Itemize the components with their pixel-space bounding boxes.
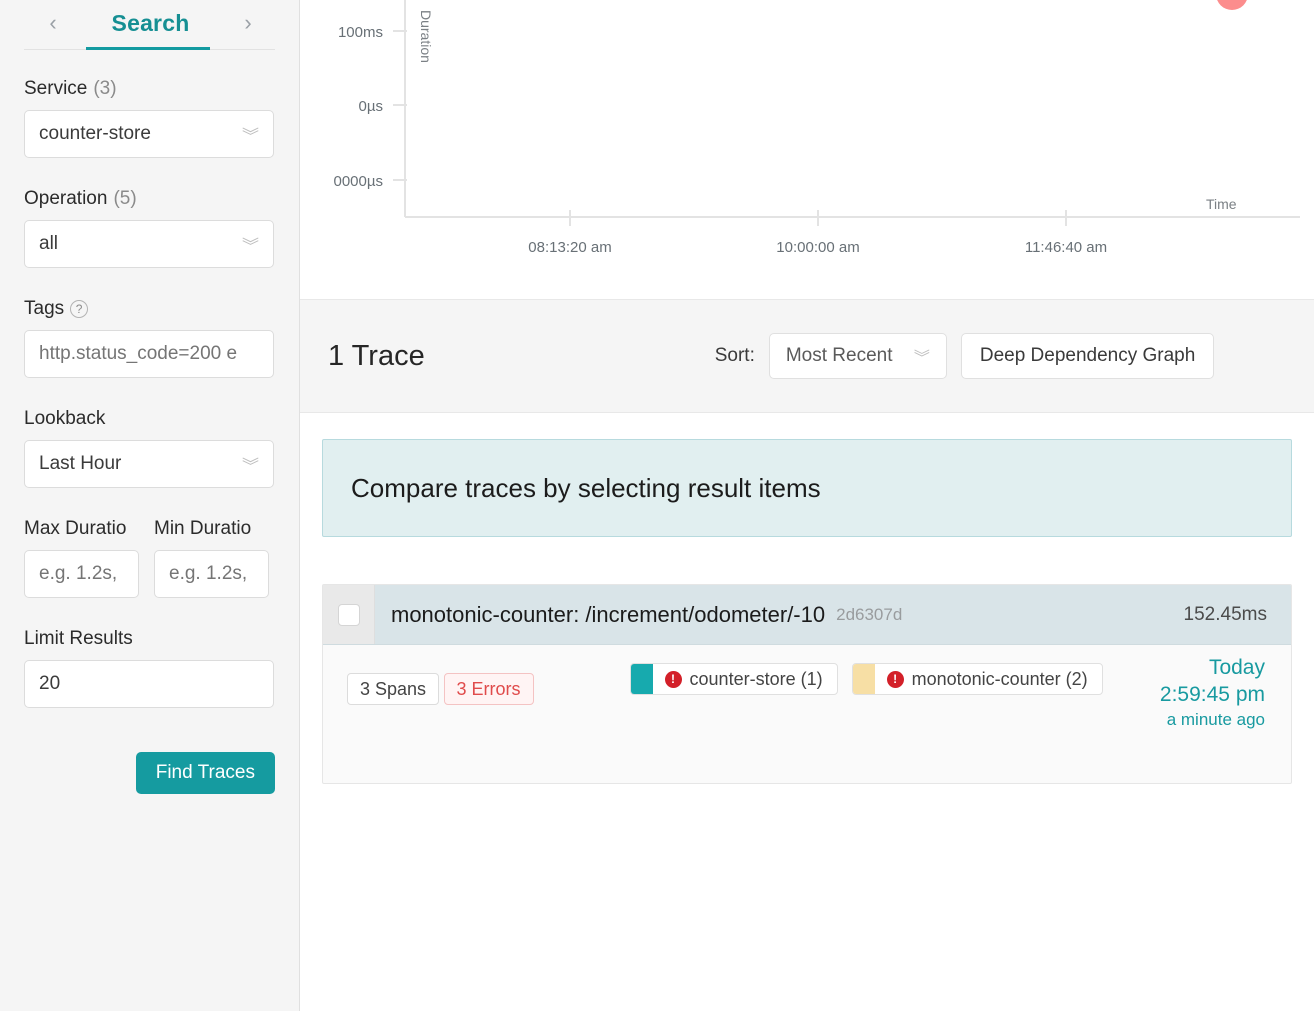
chevron-down-icon: ︾ — [242, 126, 259, 146]
y-axis-title: Duration — [418, 10, 434, 63]
limit-results-input[interactable] — [24, 660, 274, 708]
limit-results-label-text: Limit Results — [24, 628, 133, 649]
service-badge-label: counter-store (1) — [689, 668, 823, 689]
trace-result-header: monotonic-counter: /increment/odometer/-… — [323, 585, 1291, 645]
service-color-bar — [852, 664, 875, 694]
min-duration-label-text: Min Duratio — [154, 518, 252, 539]
trace-count-label: 1 Trace — [328, 339, 425, 372]
service-color-bar — [630, 664, 653, 694]
trace-id: 2d6307d — [836, 604, 903, 624]
chevron-down-icon: ︾ — [913, 350, 930, 367]
operation-select-value: all — [39, 233, 59, 254]
service-select[interactable]: counter-store ︾ — [24, 110, 274, 158]
sort-select[interactable]: Most Recent ︾ — [768, 333, 947, 379]
sort-label: Sort: — [714, 345, 755, 366]
min-duration-label: Min Duratio — [154, 518, 269, 540]
find-traces-row: Find Traces — [24, 752, 275, 794]
service-badge-label: monotonic-counter (2) — [911, 668, 1088, 689]
lookback-select-value: Last Hour — [39, 453, 122, 474]
scatter-point[interactable] — [1216, 0, 1248, 10]
service-label-text: Service — [24, 78, 88, 99]
max-duration-label-text: Max Duratio — [24, 518, 127, 539]
operation-field: Operation (5) all ︾ — [24, 188, 275, 268]
max-duration-field: Max Duratio — [24, 518, 139, 598]
trace-result-card[interactable]: monotonic-counter: /increment/odometer/-… — [322, 584, 1292, 784]
trace-timestamp: Today 2:59:45 pm a minute ago — [1160, 655, 1265, 731]
service-badge-inner: ! monotonic-counter (2) — [875, 669, 1102, 690]
timestamp-relative: a minute ago — [1166, 709, 1265, 729]
operation-label-text: Operation — [24, 188, 108, 209]
error-count-badge: 3 Errors — [443, 673, 534, 705]
results-toolbar: 1 Trace Sort: Most Recent ︾ Deep Depende… — [300, 300, 1314, 413]
service-badge-monotonic-counter[interactable]: ! monotonic-counter (2) — [851, 663, 1103, 695]
service-badge-inner: ! counter-store (1) — [653, 669, 837, 690]
tags-input[interactable] — [24, 330, 274, 378]
chart-svg: 100ms 0µs 0000µs 08:13:20 am 10:00:00 am… — [333, 0, 1300, 256]
search-results-pane: 100ms 0µs 0000µs 08:13:20 am 10:00:00 am… — [300, 0, 1314, 1011]
help-icon[interactable]: ? — [70, 300, 89, 318]
trace-result-body: 3 Spans 3 Errors ! counter-store (1) ! m… — [323, 645, 1291, 783]
tags-label: Tags ? — [24, 298, 275, 320]
deep-dependency-graph-button[interactable]: Deep Dependency Graph — [960, 333, 1215, 379]
x-tick-label: 10:00:00 am — [776, 239, 859, 256]
chevron-right-icon[interactable]: › — [237, 12, 259, 34]
limit-results-label: Limit Results — [24, 628, 275, 650]
operation-select[interactable]: all ︾ — [24, 220, 274, 268]
tags-field: Tags ? — [24, 298, 275, 378]
max-duration-input[interactable] — [24, 550, 139, 598]
y-tick-label: 100ms — [338, 24, 383, 41]
service-count: (3) — [93, 78, 117, 99]
service-label: Service (3) — [24, 78, 275, 100]
sort-select-value: Most Recent — [785, 345, 893, 366]
trace-header-main: monotonic-counter: /increment/odometer/-… — [375, 585, 1184, 644]
x-tick-label: 08:13:20 am — [528, 239, 611, 256]
service-badge-counter-store[interactable]: ! counter-store (1) — [629, 663, 838, 695]
limit-results-field: Limit Results — [24, 628, 275, 708]
trace-select-cell — [323, 585, 375, 644]
min-duration-field: Min Duratio — [154, 518, 269, 598]
chevron-left-icon[interactable]: ‹ — [42, 12, 64, 34]
timestamp-day: Today — [1208, 656, 1265, 679]
x-axis-title: Time — [1206, 196, 1237, 212]
sort-controls: Sort: Most Recent ︾ Deep Dependency Grap… — [715, 333, 1215, 379]
lookback-label: Lookback — [24, 408, 275, 430]
x-tick-label: 11:46:40 am — [1025, 239, 1107, 256]
trace-metrics: 3 Spans 3 Errors — [323, 661, 534, 753]
service-badges: ! counter-store (1) ! monotonic-counter … — [629, 661, 1103, 753]
trace-duration: 152.45ms — [1183, 603, 1267, 625]
y-tick-label: 0000µs — [333, 173, 383, 190]
tab-search[interactable]: Search — [112, 10, 190, 37]
max-duration-label: Max Duratio — [24, 518, 139, 540]
span-count-badge: 3 Spans — [347, 673, 440, 705]
compare-traces-banner: Compare traces by selecting result items — [322, 439, 1292, 537]
chevron-down-icon: ︾ — [242, 236, 259, 256]
trace-scatter-chart: 100ms 0µs 0000µs 08:13:20 am 10:00:00 am… — [300, 0, 1314, 300]
find-traces-button[interactable]: Find Traces — [135, 752, 275, 794]
error-icon: ! — [886, 670, 904, 688]
service-select-value: counter-store — [39, 123, 151, 144]
trace-title[interactable]: monotonic-counter: /increment/odometer/-… — [391, 602, 825, 628]
operation-label: Operation (5) — [24, 188, 275, 210]
min-duration-input[interactable] — [154, 550, 269, 598]
service-field: Service (3) counter-store ︾ — [24, 78, 275, 158]
tags-label-text: Tags — [24, 298, 65, 319]
chevron-down-icon: ︾ — [242, 456, 259, 476]
error-icon: ! — [664, 670, 682, 688]
jaeger-search-page: ‹ Search › Service (3) counter-store ︾ O… — [0, 0, 1314, 1011]
compare-traces-text: Compare traces by selecting result items — [351, 472, 821, 503]
y-tick-label: 0µs — [359, 98, 384, 115]
lookback-field: Lookback Last Hour ︾ — [24, 408, 275, 488]
search-sidebar: ‹ Search › Service (3) counter-store ︾ O… — [0, 0, 300, 1011]
sidebar-tab-bar: ‹ Search › — [24, 0, 275, 50]
trace-select-checkbox[interactable] — [337, 603, 360, 626]
tab-active-underline — [86, 47, 210, 50]
operation-count: (5) — [113, 188, 137, 209]
timestamp-time: 2:59:45 pm — [1159, 682, 1265, 706]
lookback-select[interactable]: Last Hour ︾ — [24, 440, 274, 488]
lookback-label-text: Lookback — [24, 408, 106, 429]
duration-fields: Max Duratio Min Duratio — [24, 518, 275, 598]
